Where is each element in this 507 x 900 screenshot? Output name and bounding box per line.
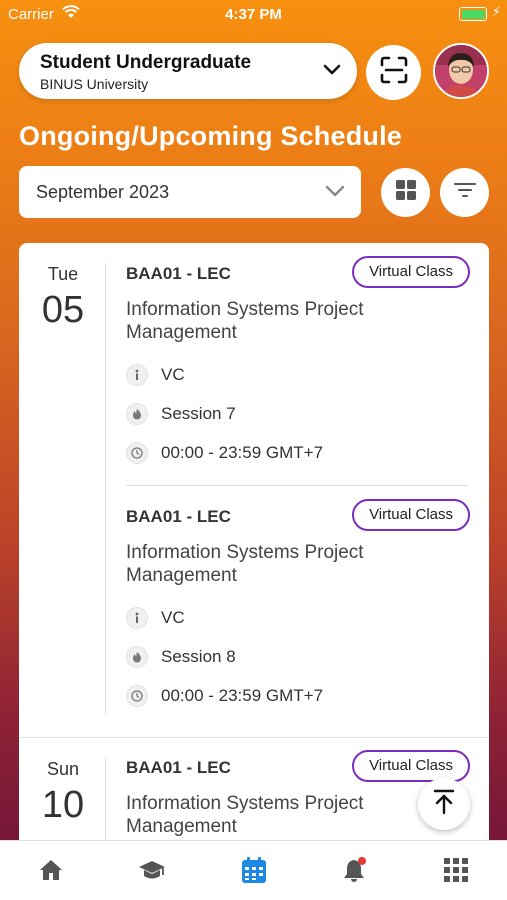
page-title: Ongoing/Upcoming Schedule <box>19 121 402 151</box>
role-title: Student Undergraduate <box>40 52 252 73</box>
date-column: Sun 10 <box>19 759 107 827</box>
grid-view-button[interactable] <box>381 168 430 217</box>
tab-home[interactable] <box>36 857 66 887</box>
scan-icon <box>379 55 409 90</box>
info-icon <box>126 364 148 386</box>
info-icon <box>126 607 148 629</box>
class-type-badge: Virtual Class <box>352 750 470 782</box>
mode-row: VC <box>126 606 185 630</box>
tab-courses[interactable] <box>137 857 167 887</box>
scroll-top-button[interactable] <box>418 778 470 830</box>
mode-row: VC <box>126 363 185 387</box>
day-divider <box>19 737 489 738</box>
institution-name: BINUS University <box>40 76 149 92</box>
time-row: 00:00 - 23:59 GMT+7 <box>126 441 323 465</box>
graduation-cap-icon <box>138 859 166 886</box>
course-title: Information Systems Project Management <box>126 542 364 586</box>
grid-view-icon <box>395 179 417 206</box>
class-time: 00:00 - 23:59 GMT+7 <box>161 443 324 462</box>
session-label: Session 8 <box>161 647 236 666</box>
month-select[interactable]: September 2023 <box>19 166 361 218</box>
battery-icon <box>459 7 487 21</box>
tab-notifications[interactable] <box>340 856 370 889</box>
clock-icon <box>126 685 148 707</box>
apps-grid-icon <box>443 857 469 888</box>
course-title: Information Systems Project Management <box>126 299 364 343</box>
tab-schedule[interactable] <box>239 856 269 889</box>
session-row: Session 8 <box>126 645 236 669</box>
home-icon <box>38 858 64 887</box>
bottom-tab-bar <box>0 840 507 900</box>
time-row: 00:00 - 23:59 GMT+7 <box>126 684 323 708</box>
class-time: 00:00 - 23:59 GMT+7 <box>161 686 324 705</box>
session-icon <box>126 646 148 668</box>
class-type-badge: Virtual Class <box>352 256 470 288</box>
schedule-card: Tue 05 BAA01 - LEC Virtual Class Informa… <box>19 243 489 863</box>
scroll-top-icon <box>433 789 455 820</box>
entry-divider <box>126 485 468 486</box>
scan-button[interactable] <box>366 45 421 100</box>
class-mode: VC <box>161 365 185 384</box>
class-entry[interactable]: BAA01 - LEC Virtual Class Information Sy… <box>126 256 470 479</box>
date-column: Tue 05 <box>19 264 107 332</box>
charging-icon: ⚡ <box>491 4 501 19</box>
tab-menu[interactable] <box>441 857 471 887</box>
clock-icon <box>126 442 148 464</box>
class-type-badge: Virtual Class <box>352 499 470 531</box>
day-of-week: Tue <box>47 264 79 284</box>
status-bar: Carrier 4:37 PM ⚡ <box>0 0 507 30</box>
date-divider-line <box>105 263 106 715</box>
day-number: 10 <box>41 784 85 826</box>
bell-icon <box>341 856 369 889</box>
filter-button[interactable] <box>440 168 489 217</box>
session-row: Session 7 <box>126 402 236 426</box>
clock-time: 4:37 PM <box>225 6 282 23</box>
chevron-down-icon <box>322 62 342 81</box>
role-selector[interactable]: Student Undergraduate BINUS University <box>19 43 357 99</box>
filter-icon <box>453 182 476 203</box>
class-entry[interactable]: BAA01 - LEC Virtual Class Information Sy… <box>126 499 470 717</box>
avatar[interactable] <box>433 43 489 99</box>
day-number: 05 <box>41 289 85 331</box>
chevron-down-icon <box>325 184 345 203</box>
session-label: Session 7 <box>161 404 236 423</box>
month-value: September 2023 <box>36 182 170 202</box>
calendar-icon <box>241 856 267 889</box>
course-title: Information Systems Project Management <box>126 793 364 837</box>
class-mode: VC <box>161 608 185 627</box>
day-of-week: Sun <box>46 759 80 779</box>
session-icon <box>126 403 148 425</box>
